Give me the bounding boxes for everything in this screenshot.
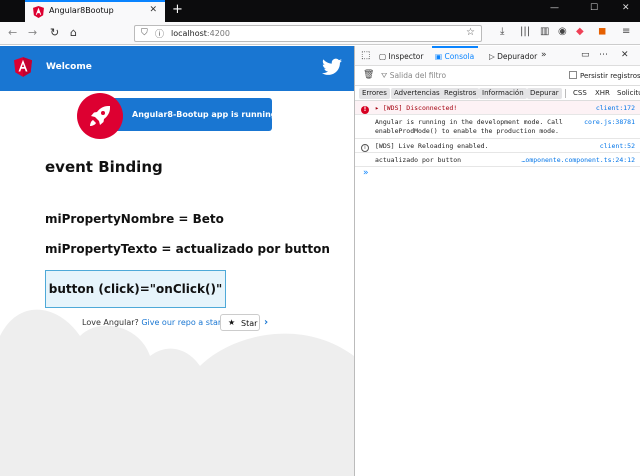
repo-star-link[interactable]: Give our repo a star. <box>141 318 223 327</box>
message-source-link[interactable]: …omponente.component.ts:24:12 <box>522 156 636 164</box>
angular-favicon-icon <box>33 6 44 18</box>
console-message-info[interactable]: i [WDS] Live Reloading enabled. client:5… <box>355 139 640 153</box>
log-level-bar: Errores Advertencias Registros Informaci… <box>355 86 640 101</box>
url-text: localhost:4200 <box>171 29 230 38</box>
filter-warnings[interactable]: Advertencias <box>391 88 443 99</box>
chevron-right-icon[interactable]: › <box>264 317 268 328</box>
devtools-toolbar: ⬚ ▢ Inspector ▣ Consola ▷ Depurador » ▭ … <box>355 46 640 66</box>
maximize-icon[interactable]: ☐ <box>590 3 598 13</box>
filter-logs[interactable]: Registros <box>441 88 480 99</box>
reload-icon[interactable]: ↻ <box>50 26 59 39</box>
error-icon: ! <box>361 104 369 114</box>
toolbar-title: Welcome <box>46 62 92 72</box>
running-card-text: Angular8-Bootup app is running! <box>132 110 281 119</box>
persist-logs-checkbox[interactable]: Persistir registros <box>569 71 640 80</box>
running-card[interactable]: Angular8-Bootup app is running! <box>102 98 280 131</box>
minimize-icon[interactable]: — <box>550 3 559 13</box>
download-icon[interactable]: ⤓ <box>500 26 504 37</box>
tab-title: Angular8Bootup <box>49 6 114 15</box>
url-bar[interactable]: ⛉ ⓘ localhost:4200 ☆ <box>134 25 482 42</box>
back-arrow-icon[interactable]: ← <box>8 26 17 39</box>
property-nombre-text: miPropertyNombre = Beto <box>45 212 224 226</box>
forward-arrow-icon[interactable]: → <box>28 26 37 39</box>
shield-icon[interactable]: ⛉ <box>141 28 148 38</box>
filter-requests[interactable]: Solicitu <box>617 89 640 97</box>
github-star-button[interactable]: ★ Star <box>220 314 260 331</box>
tab-debugger[interactable]: ▷ Depurador <box>489 52 537 61</box>
home-icon[interactable]: ⌂ <box>70 26 77 39</box>
info-circle-icon: i <box>361 142 369 152</box>
message-text: actualizado por button <box>375 156 462 164</box>
level-separator <box>565 89 566 98</box>
filter-errors[interactable]: Errores <box>359 88 390 99</box>
console-message-log[interactable]: Angular is running in the development mo… <box>355 115 640 139</box>
options-icon[interactable]: ⋯ <box>599 50 608 60</box>
message-source-link[interactable]: core.js:38781 <box>584 118 635 126</box>
menu-icon[interactable]: ≡ <box>622 26 630 37</box>
close-window-icon[interactable]: ✕ <box>622 3 630 13</box>
rocket-icon <box>90 106 110 126</box>
message-text: Angular is running in the development mo… <box>375 118 563 135</box>
app-toolbar: Welcome <box>0 46 354 91</box>
message-source-link[interactable]: client:52 <box>600 142 635 150</box>
console-message-log[interactable]: actualizado por button …omponente.compon… <box>355 153 640 167</box>
more-tabs-icon[interactable]: » <box>541 50 547 60</box>
console-input-prompt[interactable]: » <box>363 168 369 178</box>
filter-input[interactable]: ⛛ Salida del filtro <box>381 71 446 81</box>
filter-debug[interactable]: Depurar <box>527 88 562 99</box>
element-picker-icon[interactable]: ⬚ <box>361 50 370 61</box>
page-heading: event Binding <box>45 158 163 176</box>
tab-close-icon[interactable]: ✕ <box>149 5 157 15</box>
love-angular-text: Love Angular? Give our repo a star. <box>82 318 224 327</box>
browser-nav-bar: ← → ↻ ⌂ ⛉ ⓘ localhost:4200 ☆ ⤓ ||| ▥ ◉ ◆… <box>0 22 640 45</box>
filter-xhr[interactable]: XHR <box>595 89 610 97</box>
property-texto-text: miPropertyTexto = actualizado por button <box>45 242 330 256</box>
twitter-icon[interactable] <box>322 58 342 76</box>
devtools-panel: ⬚ ▢ Inspector ▣ Consola ▷ Depurador » ▭ … <box>354 46 640 476</box>
message-text: ▸ [WDS] Disconnected! <box>375 104 458 112</box>
trash-icon[interactable]: 🗑 <box>363 70 374 80</box>
filter-css[interactable]: CSS <box>573 89 587 97</box>
browser-tab-bar: Angular8Bootup ✕ + — ☐ ✕ <box>0 0 640 22</box>
tab-console[interactable]: ▣ Consola <box>435 52 474 61</box>
pocket-icon[interactable]: ◆ <box>576 26 584 37</box>
extension-icon[interactable]: ◼ <box>598 26 606 37</box>
new-tab-icon[interactable]: + <box>172 2 183 17</box>
active-tab-indicator <box>432 46 478 48</box>
bookmark-star-icon[interactable]: ☆ <box>466 27 475 38</box>
tab-inspector[interactable]: ▢ Inspector <box>379 52 423 61</box>
console-message-error[interactable]: ! ▸ [WDS] Disconnected! client:172 <box>355 101 640 115</box>
browser-tab[interactable]: Angular8Bootup ✕ <box>25 0 165 22</box>
angular-logo-icon <box>14 57 32 77</box>
star-icon: ★ <box>228 318 236 327</box>
sidebar-icon[interactable]: ▥ <box>540 26 549 37</box>
message-source-link[interactable]: client:172 <box>596 104 635 112</box>
rocket-badge <box>77 93 123 139</box>
filter-info[interactable]: Información <box>479 88 527 99</box>
close-devtools-icon[interactable]: ✕ <box>621 50 629 60</box>
info-icon[interactable]: ⓘ <box>155 27 164 40</box>
library-icon[interactable]: ||| <box>520 26 530 37</box>
dock-icon[interactable]: ▭ <box>581 50 590 60</box>
message-text: [WDS] Live Reloading enabled. <box>375 142 489 150</box>
console-filter-bar: 🗑 ⛛ Salida del filtro Persistir registro… <box>355 66 640 86</box>
sync-icon[interactable]: ◉ <box>558 26 567 37</box>
web-page: Welcome Angular8-Bootup app is running! … <box>0 46 354 476</box>
